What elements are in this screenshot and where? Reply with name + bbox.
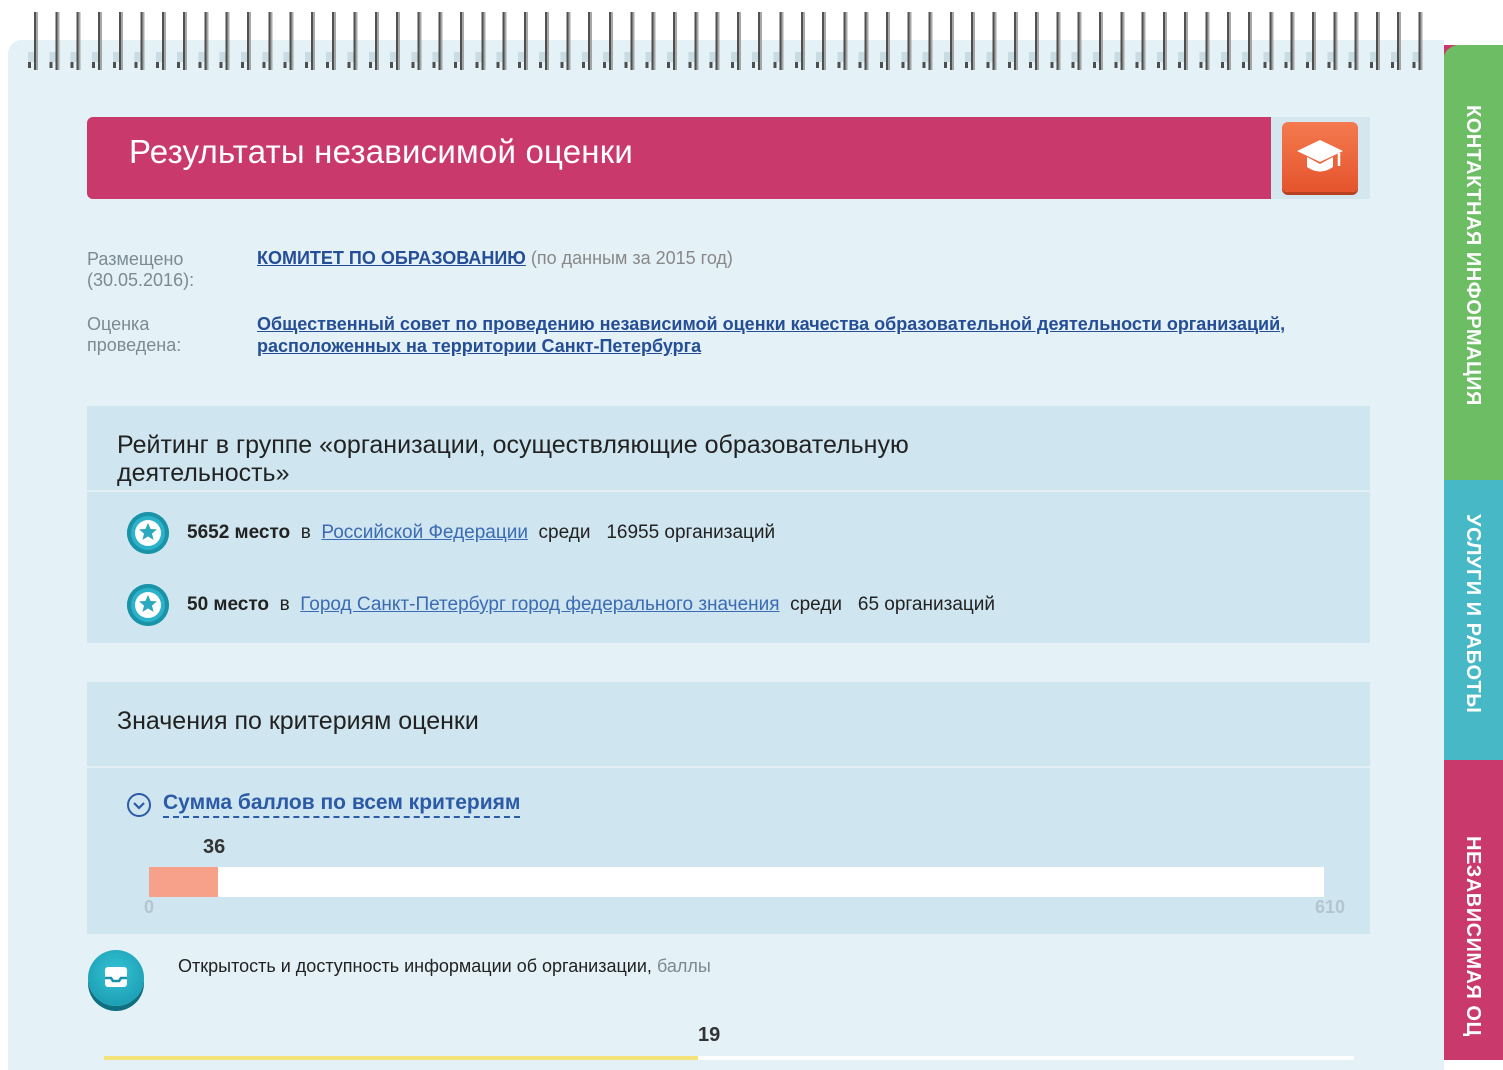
rank-among: среди [538,522,591,543]
rank-count: 65 организаций [857,594,995,615]
page-title: Результаты независимой оценки [129,133,633,170]
openness-label: Открытость и доступность информации об о… [178,956,652,976]
rank-place: 5652 место [187,522,291,543]
tab-independent-assessment[interactable]: НЕЗАВИСИМАЯ ОЦ [1443,760,1503,1060]
posted-org-link[interactable]: КОМИТЕТ ПО ОБРАЗОВАНИЮ [257,248,526,268]
rating-divider [87,490,1370,492]
rating-title: Рейтинг в группе «организации, осуществл… [117,431,909,487]
tab-contact-info[interactable]: КОНТАКТНАЯ ИНФОРМАЦИЯ [1443,45,1503,495]
star-icon [127,512,169,554]
tab-services[interactable]: УСЛУГИ И РАБОТЫ [1443,480,1503,770]
graduation-cap-icon [1297,140,1343,172]
tab-contact-info-label: КОНТАКТНАЯ ИНФОРМАЦИЯ [1462,105,1484,406]
criteria-title: Значения по критериям оценки [117,707,479,735]
posted-note: (по данным за 2015 год) [530,248,733,268]
sum-value: 36 [203,836,226,858]
graduation-cap-button[interactable] [1282,122,1358,192]
openness-criterion: Открытость и доступность информации об о… [178,956,711,977]
rank-in: в [300,522,311,543]
sum-bar-fill [149,867,219,897]
inbox-icon-button[interactable] [88,950,144,1006]
rating-panel: Рейтинг в группе «организации, осуществл… [87,406,1370,643]
tab-services-label: УСЛУГИ И РАБОТЫ [1462,514,1484,714]
rank-text: 50 место в Город Санкт-Петербург город ф… [187,594,995,616]
criteria-panel: Значения по критериям оценки Сумма балло… [87,682,1370,934]
openness-value: 19 [698,1024,721,1046]
rank-text: 5652 место в Российской Федерации среди … [187,522,775,544]
star-icon [127,584,169,626]
rank-count: 16955 организаций [606,522,776,543]
chevron-down-icon[interactable] [127,793,151,817]
sum-criteria-toggle[interactable]: Сумма баллов по всем критериям [163,790,521,818]
openness-unit: баллы [656,956,711,976]
evaluated-label: Оценка проведена: [87,314,182,355]
rank-among: среди [790,594,843,615]
tab-independent-assessment-label: НЕЗАВИСИМАЯ ОЦ [1462,836,1484,1037]
sum-max-label: 610 [1315,897,1346,917]
sum-min-label: 0 [144,897,155,917]
sum-bar-track [149,867,1324,897]
inbox-icon [105,967,127,987]
rank-region-link[interactable]: Российской Федерации [321,522,528,543]
rank-place: 50 место [187,594,270,615]
notebook-holes [28,52,1426,62]
criteria-divider [87,766,1370,768]
evaluated-org-link[interactable]: Общественный совет по проведению независ… [257,314,1285,356]
posted-value: КОМИТЕТ ПО ОБРАЗОВАНИЮ (по данным за 201… [257,247,733,269]
rank-in: в [279,594,290,615]
openness-bar [104,1056,1354,1060]
rank-region-link[interactable]: Город Санкт-Петербург город федерального… [300,594,779,615]
posted-label: Размещено (30.05.2016): [87,249,195,290]
evaluated-value: Общественный совет по проведению независ… [257,313,1432,357]
page-header: Результаты независимой оценки [87,117,1271,199]
